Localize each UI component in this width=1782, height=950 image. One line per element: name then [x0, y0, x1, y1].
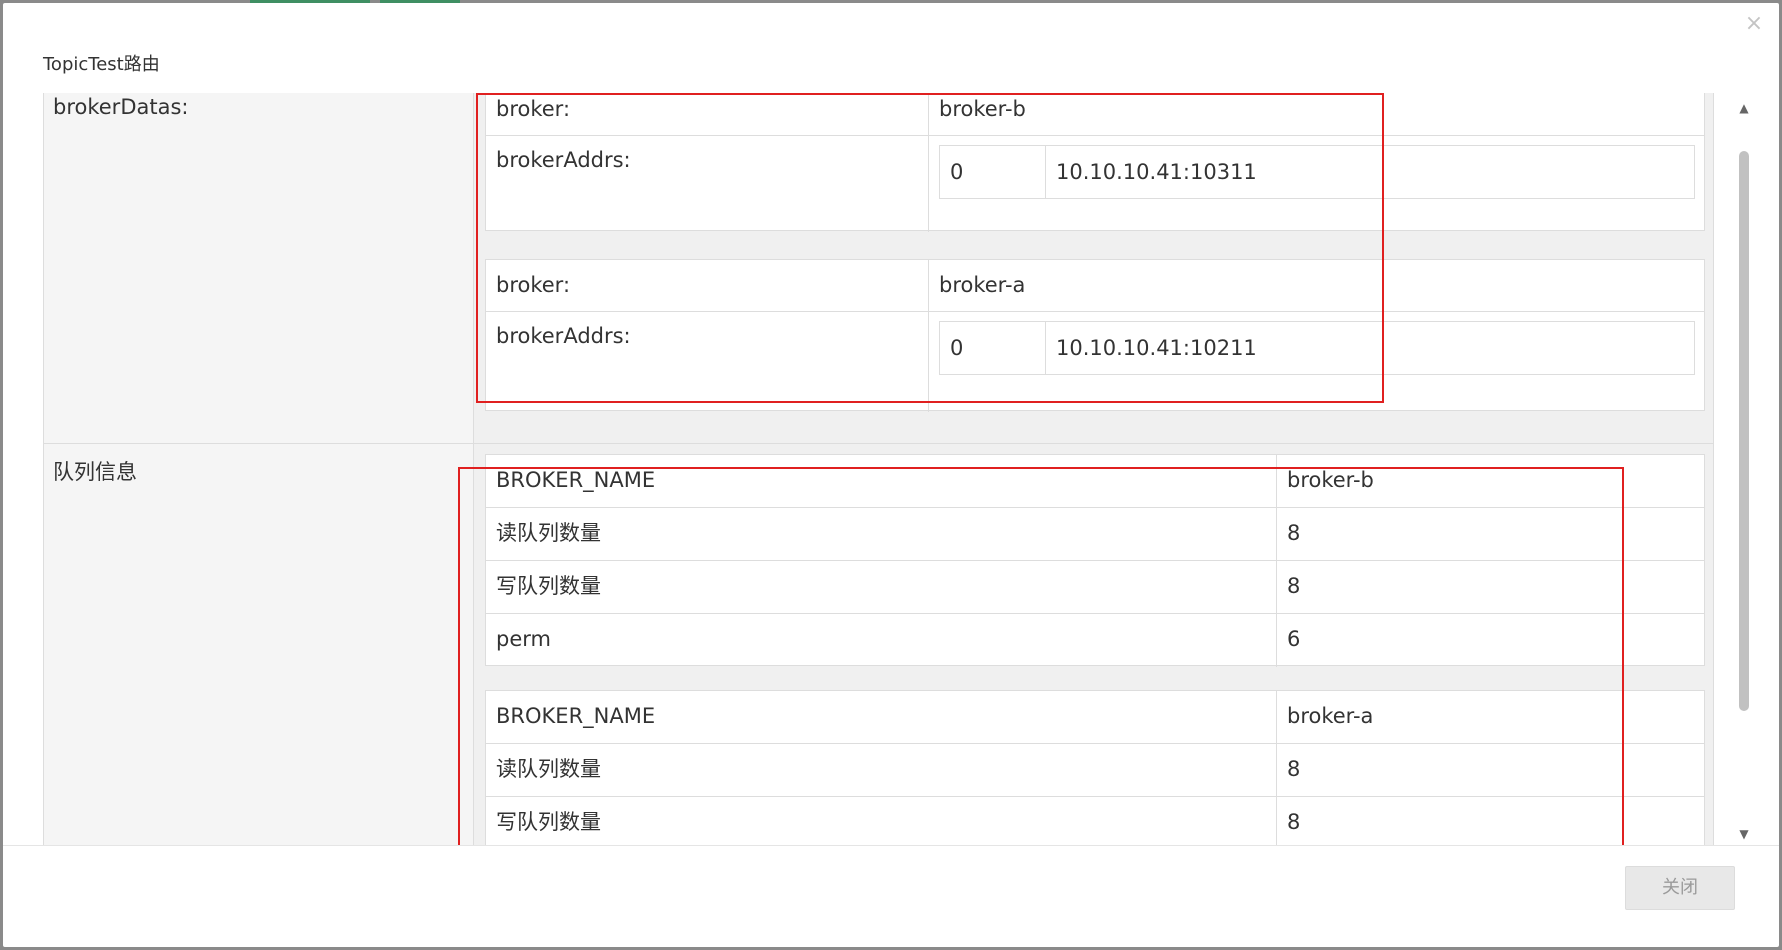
broker-data-table: broker: broker-b brokerAddrs: 0 10.10.10… — [485, 93, 1705, 232]
addr-value: 10.10.10.41:10311 — [1056, 160, 1257, 184]
broker-addrs-table: 0 10.10.10.41:10211 — [939, 321, 1695, 375]
queue-data-table: BROKER_NAME broker-a 读队列数量 8 写队列数量 8 — [485, 690, 1705, 845]
table-row: BROKER_NAME broker-a — [486, 691, 1704, 744]
queue-value: 8 — [1287, 810, 1301, 834]
table-row: 读队列数量 8 — [486, 744, 1704, 797]
queue-key: 读队列数量 — [486, 508, 1277, 560]
addr-index: 0 — [940, 146, 1046, 198]
broker-label: broker: — [486, 260, 929, 311]
queue-key: perm — [486, 614, 1277, 667]
broker-addrs-label: brokerAddrs: — [486, 312, 929, 412]
broker-data-table: broker: broker-a brokerAddrs: 0 10.10.10… — [485, 259, 1705, 412]
broker-addrs-value: 0 10.10.10.41:10311 — [929, 136, 1704, 232]
table-row: brokerAddrs: 0 10.10.10.41:10311 — [486, 136, 1704, 232]
broker-datas-row: brokerDatas: broker: broker-b brokerAddr… — [44, 93, 1713, 444]
broker-addrs-label: brokerAddrs: — [486, 136, 929, 232]
queue-info-label: 队列信息 — [44, 444, 474, 845]
queue-value: broker-a — [1287, 704, 1374, 728]
broker-value: broker-b — [939, 97, 1026, 121]
table-row: BROKER_NAME broker-b — [486, 455, 1704, 508]
close-icon[interactable]: × — [1743, 13, 1765, 35]
queue-key: BROKER_NAME — [486, 455, 1277, 507]
queue-key: 写队列数量 — [486, 561, 1277, 613]
scrollbar-thumb[interactable] — [1739, 151, 1749, 711]
addr-value: 10.10.10.41:10211 — [1056, 336, 1257, 360]
table-row: 读队列数量 8 — [486, 508, 1704, 561]
dialog-body[interactable]: brokerDatas: broker: broker-b brokerAddr… — [3, 93, 1779, 845]
queue-key: 写队列数量 — [486, 797, 1277, 845]
broker-addrs-table: 0 10.10.10.41:10311 — [939, 145, 1695, 199]
scroll-up-icon[interactable]: ▲ — [1735, 101, 1753, 115]
queue-value: 8 — [1287, 757, 1301, 781]
queue-value: 8 — [1287, 574, 1301, 598]
broker-datas-value: broker: broker-b brokerAddrs: 0 10.10.10… — [474, 93, 1713, 443]
queue-info-value: BROKER_NAME broker-b 读队列数量 8 写队列数量 8 per… — [474, 444, 1713, 845]
route-table: brokerDatas: broker: broker-b brokerAddr… — [43, 93, 1714, 845]
broker-value: broker-a — [939, 273, 1026, 297]
table-row: broker: broker-b — [486, 93, 1704, 136]
table-row: 写队列数量 8 — [486, 561, 1704, 614]
addr-index: 0 — [940, 322, 1046, 374]
queue-key: 读队列数量 — [486, 744, 1277, 796]
queue-value: 6 — [1287, 627, 1301, 651]
broker-label: broker: — [486, 93, 929, 135]
table-row: broker: broker-a — [486, 260, 1704, 312]
close-button[interactable]: 关闭 — [1625, 866, 1735, 910]
dialog-title: TopicTest路由 — [43, 54, 160, 75]
queue-value: 8 — [1287, 521, 1301, 545]
table-row: 写队列数量 8 — [486, 797, 1704, 845]
queue-data-table: BROKER_NAME broker-b 读队列数量 8 写队列数量 8 per… — [485, 454, 1705, 667]
broker-addrs-value: 0 10.10.10.41:10211 — [929, 312, 1704, 412]
broker-datas-label: brokerDatas: — [44, 93, 474, 443]
scroll-down-icon[interactable]: ▼ — [1735, 827, 1753, 841]
queue-info-row: 队列信息 BROKER_NAME broker-b 读队列数量 8 写队列数量 — [44, 444, 1713, 845]
table-row: brokerAddrs: 0 10.10.10.41:10211 — [486, 312, 1704, 412]
scrollbar[interactable]: ▲ ▼ — [1735, 101, 1753, 841]
table-row: perm 6 — [486, 614, 1704, 667]
dialog-footer: 关闭 — [3, 845, 1779, 947]
queue-value: broker-b — [1287, 468, 1374, 492]
topic-route-dialog: TopicTest路由 × brokerDatas: broker: broke… — [3, 3, 1779, 947]
queue-key: BROKER_NAME — [486, 691, 1277, 743]
